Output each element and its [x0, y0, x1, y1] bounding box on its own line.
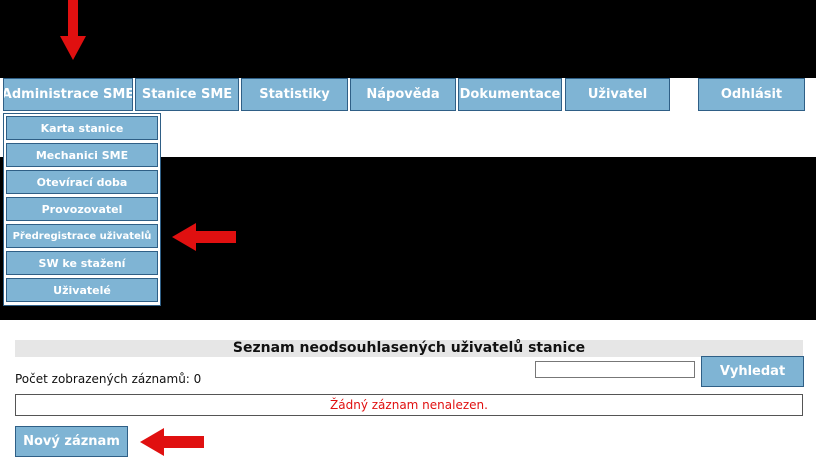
search-button[interactable]: Vyhledat	[701, 356, 804, 387]
logout-button[interactable]: Odhlásit	[698, 78, 805, 111]
admin-dropdown-menu: Karta stanice Mechanici SME Otevírací do…	[3, 113, 161, 306]
menu-item-uzivatele[interactable]: Uživatelé	[6, 278, 158, 302]
main-nav: Administrace SME Stanice SME Statistiky …	[0, 78, 816, 112]
nav-uzivatel[interactable]: Uživatel	[565, 78, 670, 111]
list-title: Seznam neodsouhlasených uživatelů stanic…	[15, 340, 803, 357]
annotation-arrow-down-icon	[60, 0, 86, 62]
menu-item-provozovatel[interactable]: Provozovatel	[6, 197, 158, 221]
record-count: Počet zobrazených záznamů: 0	[15, 372, 202, 386]
new-record-button[interactable]: Nový záznam	[15, 426, 128, 457]
menu-item-mechanici-sme[interactable]: Mechanici SME	[6, 143, 158, 167]
nav-statistiky[interactable]: Statistiky	[241, 78, 348, 111]
menu-item-karta-stanice[interactable]: Karta stanice	[6, 116, 158, 140]
search-input[interactable]	[535, 361, 695, 378]
nav-napoveda[interactable]: Nápověda	[350, 78, 456, 111]
unapproved-users-panel: Seznam neodsouhlasených uživatelů stanic…	[0, 320, 816, 468]
annotation-arrow-left-icon	[172, 223, 236, 251]
menu-item-predregistrace-uzivatelu[interactable]: Předregistrace uživatelů	[6, 224, 158, 248]
nav-administrace-sme[interactable]: Administrace SME	[3, 78, 133, 111]
nav-stanice-sme[interactable]: Stanice SME	[135, 78, 239, 111]
menu-item-sw-ke-stazeni[interactable]: SW ke stažení	[6, 251, 158, 275]
nav-dokumentace[interactable]: Dokumentace	[458, 78, 562, 111]
menu-item-oteviraci-doba[interactable]: Otevírací doba	[6, 170, 158, 194]
empty-message: Žádný záznam nenalezen.	[15, 394, 803, 416]
annotation-arrow-left-icon	[140, 428, 204, 456]
